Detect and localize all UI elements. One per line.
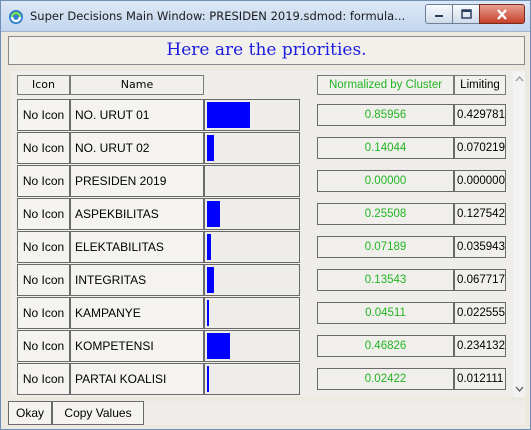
priority-bar [207, 267, 214, 293]
title-bar[interactable]: Super Decisions Main Window: PRESIDEN 20… [1, 1, 530, 32]
table-row: No Icon INTEGRITAS 0.13543 0.067717 [11, 264, 511, 296]
row-priority-graph [204, 165, 300, 197]
row-priority-graph [204, 198, 300, 230]
row-priority-graph [204, 297, 300, 329]
okay-button[interactable]: Okay [8, 401, 52, 425]
row-normalized-value: 0.07189 [317, 236, 454, 258]
close-icon [497, 8, 507, 20]
priority-bar [207, 300, 209, 326]
row-limiting-value: 0.127542 [454, 203, 506, 225]
row-limiting-value: 0.234132 [454, 335, 506, 357]
row-priority-graph [204, 99, 300, 131]
row-limiting-value: 0.022555 [454, 302, 506, 324]
table-row: No Icon KOMPETENSI 0.46826 0.234132 [11, 330, 511, 362]
row-priority-graph [204, 264, 300, 296]
row-name-button[interactable]: ASPEKBILITAS [70, 198, 204, 230]
super-decisions-app-icon [9, 10, 23, 24]
priorities-table: Icon Name Normalized by Cluster Limiting… [11, 71, 525, 397]
priority-bar [207, 333, 230, 359]
row-normalized-value: 0.46826 [317, 335, 454, 357]
priorities-banner: Here are the priorities. [8, 36, 525, 65]
row-icon-button[interactable]: No Icon [17, 99, 70, 131]
row-name-button[interactable]: KAMPANYE [70, 297, 204, 329]
row-icon-button[interactable]: No Icon [17, 165, 70, 197]
row-priority-graph [204, 363, 300, 395]
table-row: No Icon ASPEKBILITAS 0.25508 0.127542 [11, 198, 511, 230]
row-icon-button[interactable]: No Icon [17, 330, 70, 362]
row-icon-button[interactable]: No Icon [17, 297, 70, 329]
row-icon-button[interactable]: No Icon [17, 264, 70, 296]
minimize-icon [435, 15, 443, 17]
row-name-button[interactable]: NO. URUT 02 [70, 132, 204, 164]
priority-bar [207, 234, 211, 260]
row-name-button[interactable]: PARTAI KOALISI [70, 363, 204, 395]
main-window: Super Decisions Main Window: PRESIDEN 20… [0, 0, 531, 430]
row-limiting-value: 0.012111 [454, 368, 506, 390]
scroll-up-arrow-icon[interactable] [515, 75, 524, 83]
copy-values-button[interactable]: Copy Values [52, 401, 144, 425]
close-button[interactable] [479, 4, 525, 24]
row-name-button[interactable]: ELEKTABILITAS [70, 231, 204, 263]
row-normalized-value: 0.04511 [317, 302, 454, 324]
row-priority-graph [204, 330, 300, 362]
table-row: No Icon PRESIDEN 2019 0.00000 0.000000 [11, 165, 511, 197]
table-row: No Icon KAMPANYE 0.04511 0.022555 [11, 297, 511, 329]
priority-bar [207, 366, 209, 392]
priority-bar [207, 201, 220, 227]
row-normalized-value: 0.85956 [317, 104, 454, 126]
window-title: Super Decisions Main Window: PRESIDEN 20… [30, 9, 406, 23]
header-limiting: Limiting [454, 75, 506, 95]
header-normalized-by-cluster: Normalized by Cluster [317, 75, 454, 95]
row-icon-button[interactable]: No Icon [17, 363, 70, 395]
row-priority-graph [204, 231, 300, 263]
row-name-button[interactable]: INTEGRITAS [70, 264, 204, 296]
priority-bar [207, 102, 250, 128]
row-name-button[interactable]: NO. URUT 01 [70, 99, 204, 131]
row-limiting-value: 0.429781 [454, 104, 506, 126]
row-name-button[interactable]: PRESIDEN 2019 [70, 165, 204, 197]
scroll-down-arrow-icon[interactable] [515, 385, 524, 393]
row-icon-button[interactable]: No Icon [17, 231, 70, 263]
vertical-scrollbar[interactable] [513, 71, 525, 397]
row-limiting-value: 0.067717 [454, 269, 506, 291]
button-bar: Okay Copy Values [8, 401, 525, 425]
row-normalized-value: 0.02422 [317, 368, 454, 390]
maximize-icon [460, 9, 472, 19]
table-row: No Icon NO. URUT 02 0.14044 0.070219 [11, 132, 511, 164]
minimize-button[interactable] [425, 4, 453, 24]
maximize-button[interactable] [452, 4, 480, 24]
priority-bar [207, 135, 214, 161]
row-normalized-value: 0.00000 [317, 170, 454, 192]
row-priority-graph [204, 132, 300, 164]
table-row: No Icon PARTAI KOALISI 0.02422 0.012111 [11, 363, 511, 395]
row-limiting-value: 0.035943 [454, 236, 506, 258]
header-icon: Icon [17, 75, 70, 95]
header-name: Name [70, 75, 204, 95]
row-limiting-value: 0.070219 [454, 137, 506, 159]
row-limiting-value: 0.000000 [454, 170, 506, 192]
row-normalized-value: 0.13543 [317, 269, 454, 291]
table-row: No Icon ELEKTABILITAS 0.07189 0.035943 [11, 231, 511, 263]
row-normalized-value: 0.25508 [317, 203, 454, 225]
table-row: No Icon NO. URUT 01 0.85956 0.429781 [11, 99, 511, 131]
row-name-button[interactable]: KOMPETENSI [70, 330, 204, 362]
row-icon-button[interactable]: No Icon [17, 198, 70, 230]
row-icon-button[interactable]: No Icon [17, 132, 70, 164]
row-normalized-value: 0.14044 [317, 137, 454, 159]
